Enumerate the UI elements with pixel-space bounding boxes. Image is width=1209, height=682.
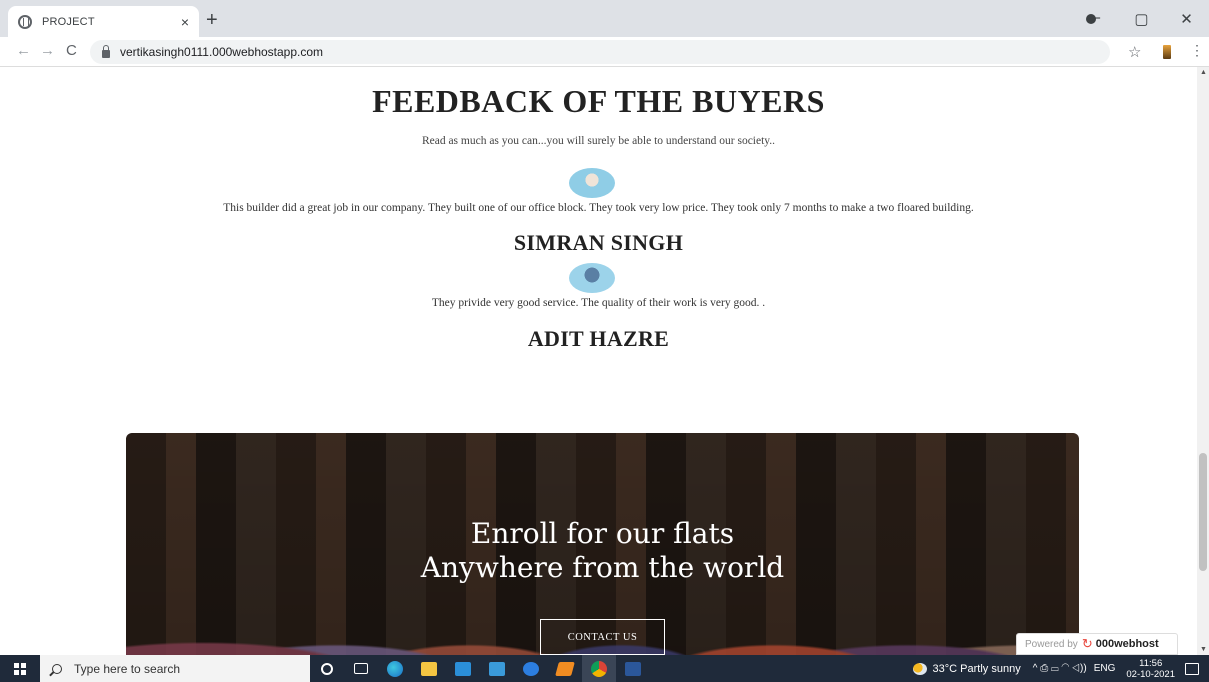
- banner-subheadline: Anywhere from the world: [420, 551, 785, 584]
- web-page: FEEDBACK OF THE BUYERS Read as much as y…: [0, 67, 1197, 655]
- scroll-thumb[interactable]: [1199, 453, 1207, 571]
- windows-taskbar: Type here to search 33°C Partly sunny ^ …: [0, 655, 1209, 682]
- edge-icon[interactable]: [378, 655, 412, 682]
- testimonial-avatar: [569, 168, 615, 198]
- chat-app-icon[interactable]: [514, 655, 548, 682]
- globe-icon: [18, 14, 32, 29]
- testimonial-avatar: [569, 263, 615, 293]
- testimonial-name: SIMRAN SINGH: [513, 230, 684, 255]
- window-controls: − ▢ ✕: [1074, 0, 1209, 37]
- word-icon[interactable]: [616, 655, 650, 682]
- mail-icon[interactable]: [480, 655, 514, 682]
- url-text: vertikasingh0111.000webhostapp.com: [120, 45, 324, 59]
- file-explorer-icon[interactable]: [412, 655, 446, 682]
- sublime-text-icon[interactable]: [548, 655, 582, 682]
- page-subtitle: Read as much as you can...you will surel…: [421, 135, 776, 147]
- powered-by-label: Powered by: [1025, 638, 1078, 650]
- scroll-down-icon[interactable]: ▼: [1200, 646, 1207, 653]
- enroll-banner: Enroll for our flats Anywhere from the w…: [126, 433, 1079, 655]
- forward-button[interactable]: →: [40, 42, 55, 59]
- store-icon[interactable]: [446, 655, 480, 682]
- language-indicator[interactable]: ENG: [1094, 663, 1116, 674]
- testimonial-quote: This builder did a great job in our comp…: [223, 202, 974, 214]
- browser-tabstrip: PROJECT × + − ▢ ✕: [0, 0, 1209, 37]
- scroll-up-icon[interactable]: ▲: [1200, 69, 1207, 76]
- webhost-logo-icon: ↻: [1081, 636, 1093, 651]
- powered-by-brand: 000webhost: [1095, 638, 1159, 650]
- taskbar-clock[interactable]: 11:56 02-10-2021: [1126, 658, 1175, 680]
- weather-text[interactable]: 33°C Partly sunny: [933, 663, 1021, 675]
- lock-icon[interactable]: [102, 44, 110, 58]
- tab-title: PROJECT: [42, 15, 95, 28]
- new-tab-button[interactable]: +: [206, 9, 218, 32]
- cortana-icon[interactable]: [310, 655, 344, 682]
- clock-date: 02-10-2021: [1126, 668, 1175, 680]
- start-button[interactable]: [0, 655, 40, 682]
- taskbar-search[interactable]: Type here to search: [40, 655, 310, 682]
- taskbar-search-placeholder: Type here to search: [74, 661, 181, 676]
- tab-close-button[interactable]: ×: [181, 14, 189, 30]
- windows-logo-icon: [14, 662, 26, 675]
- notifications-icon[interactable]: [1185, 662, 1199, 675]
- contact-us-button[interactable]: CONTACT US: [540, 619, 665, 655]
- task-view-icon[interactable]: [344, 655, 378, 682]
- powered-by-badge[interactable]: Powered by ↻ 000webhost: [1016, 633, 1178, 655]
- browser-toolbar: ← → C vertikasingh0111.000webhostapp.com…: [0, 37, 1209, 67]
- maximize-button[interactable]: ▢: [1119, 10, 1164, 28]
- search-icon: [52, 663, 62, 674]
- back-button[interactable]: ←: [16, 42, 31, 59]
- bookmark-star-icon[interactable]: ☆: [1128, 43, 1141, 61]
- weather-icon[interactable]: [912, 662, 927, 675]
- page-title: FEEDBACK OF THE BUYERS: [372, 83, 825, 119]
- tray-icons[interactable]: ^ ⎙ ▭ ◠ ◁)): [1033, 663, 1087, 674]
- browser-menu-icon[interactable]: ⋮: [1190, 42, 1204, 59]
- page-scrollbar[interactable]: ▲ ▼: [1197, 67, 1209, 655]
- minimize-button[interactable]: −: [1074, 10, 1119, 27]
- address-bar[interactable]: vertikasingh0111.000webhostapp.com: [90, 40, 1110, 64]
- chrome-icon[interactable]: [582, 655, 616, 682]
- extension-icon[interactable]: [1163, 45, 1171, 59]
- tab-project[interactable]: PROJECT ×: [8, 6, 199, 37]
- reload-button[interactable]: C: [66, 42, 77, 59]
- clock-time: 11:56: [1139, 657, 1163, 669]
- system-tray: 33°C Partly sunny ^ ⎙ ▭ ◠ ◁)) ENG 11:56 …: [912, 655, 1209, 682]
- testimonial-name: ADIT HAZRE: [527, 326, 670, 351]
- testimonial-quote: They privide very good service. The qual…: [431, 297, 766, 309]
- close-window-button[interactable]: ✕: [1164, 10, 1209, 28]
- banner-headline: Enroll for our flats: [470, 517, 735, 550]
